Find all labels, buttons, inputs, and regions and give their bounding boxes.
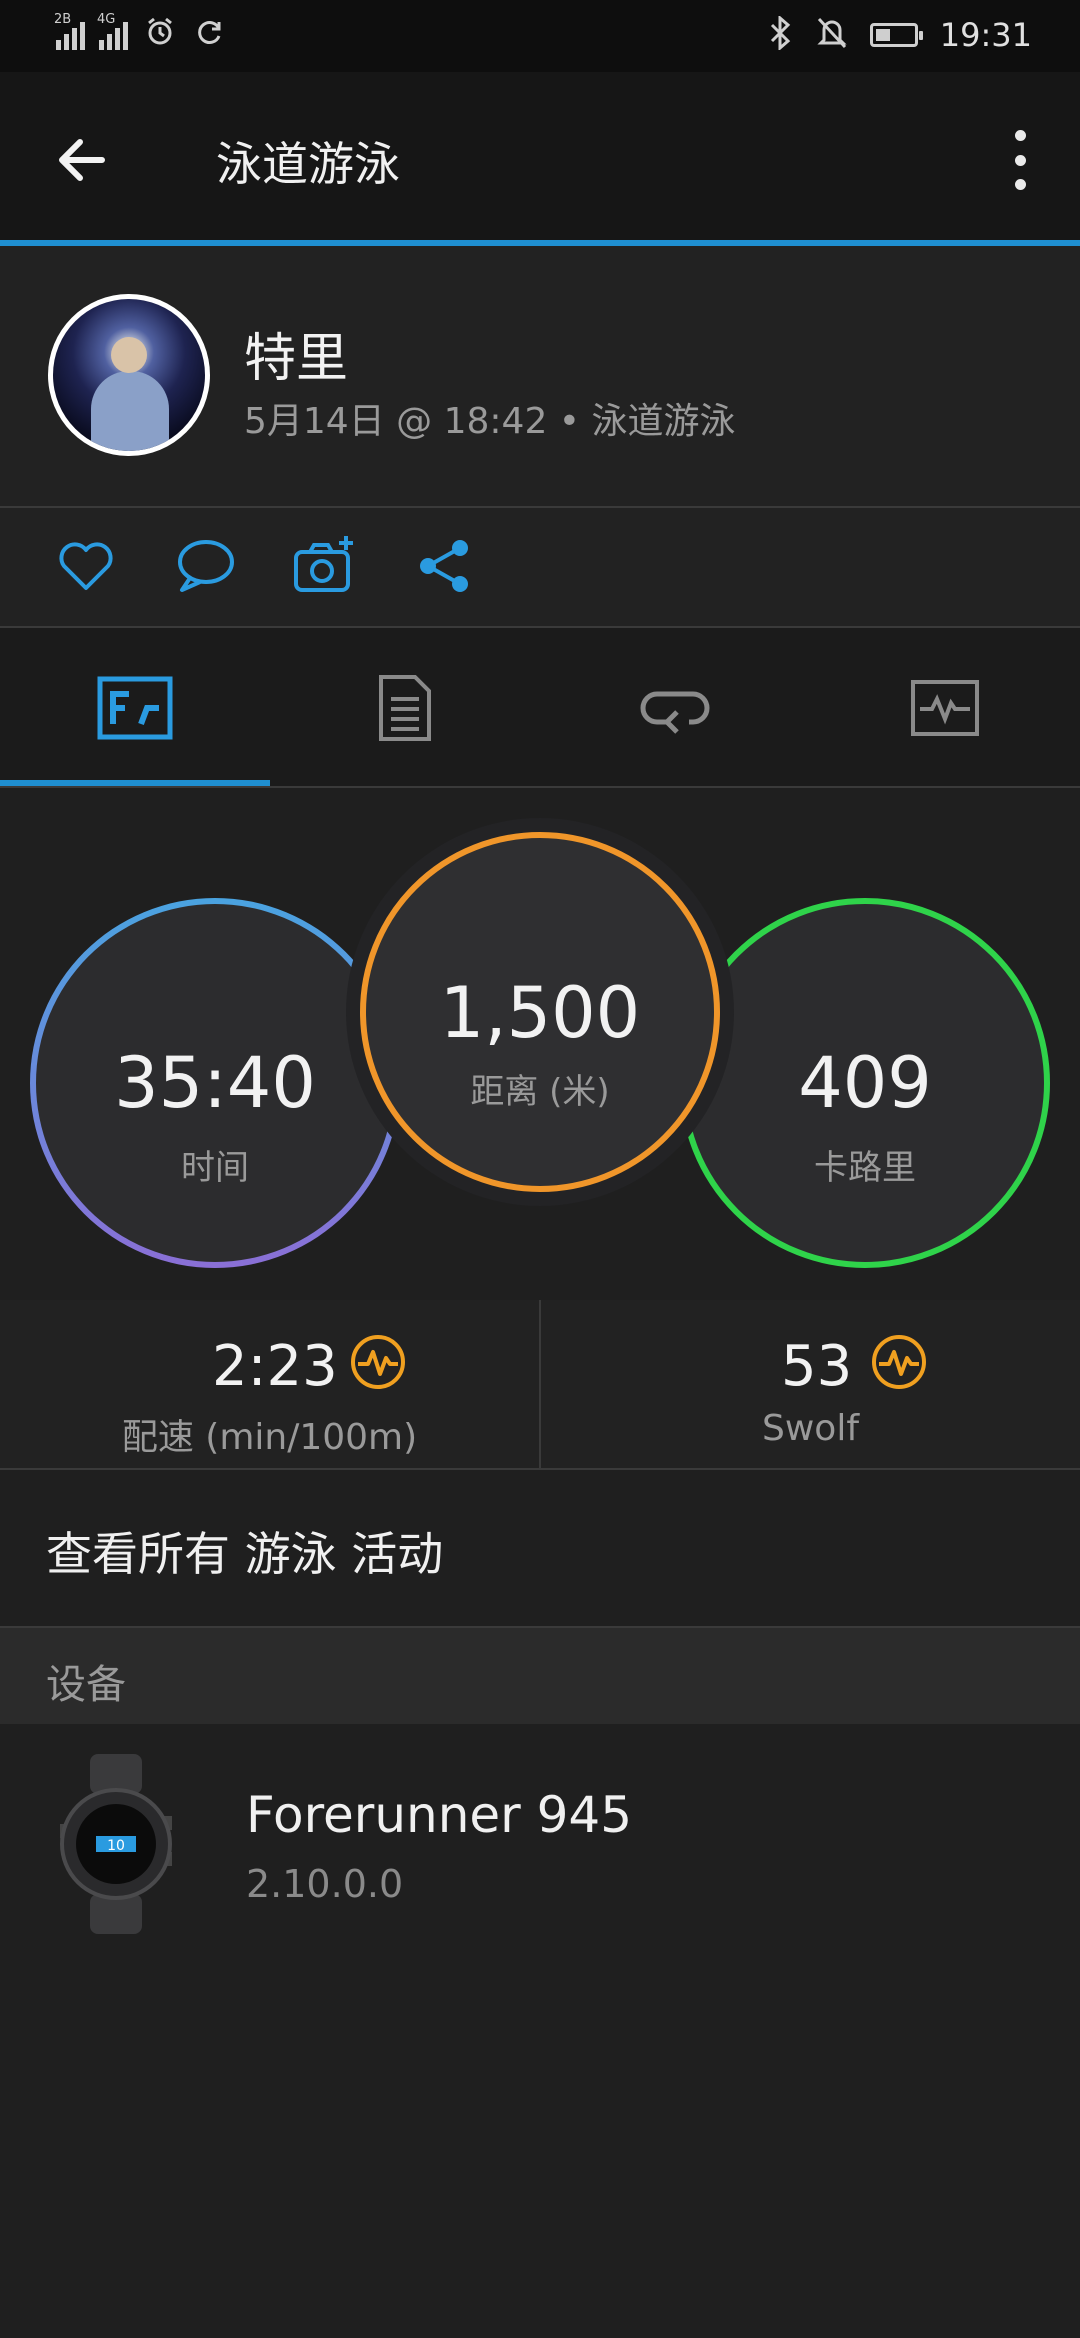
tab-bar [0,628,1080,788]
device-row[interactable]: 10 Forerunner 945 2.10.0.0 [0,1724,1080,1944]
bluetooth-icon [768,14,794,54]
pace-label: 配速 (min/100m) [121,1417,418,1458]
distance-value: 1,500 [439,972,641,1054]
page-title: 泳道游泳 [216,137,400,191]
divider [539,1300,541,1470]
calories-label: 卡路里 [814,1148,916,1188]
battery-icon [869,23,923,47]
distance-metric: 1,500 距离 (米) [360,832,720,1192]
activity-subtitle: 5月14日 @ 18:42 • 泳道游泳 [244,401,736,442]
comment-icon[interactable] [170,532,238,600]
time-value: 35:40 [114,1042,316,1124]
tab-details[interactable] [270,628,540,788]
laps-icon [640,691,710,734]
pulse-icon [871,1334,927,1390]
activity-header: 特里 5月14日 @ 18:42 • 泳道游泳 [0,246,1080,506]
section-title: 设备 [46,1662,126,1708]
sync-icon [192,14,228,50]
swolf-value: 53 [781,1334,853,1399]
app-bar: 泳道游泳 [0,72,1080,242]
time-label: 时间 [181,1148,249,1188]
status-right: 19:31 [768,14,1032,54]
device-version: 2.10.0.0 [246,1862,404,1906]
watch-icon: 10 [56,1754,176,1934]
svg-text:10: 10 [107,1838,125,1854]
empty-area [0,1944,1080,2338]
status-bar: 2B 4G 19:31 [0,0,1080,72]
tab-laps[interactable] [540,628,810,788]
calories-value: 409 [798,1042,932,1124]
view-all-activities-link[interactable]: 查看所有 游泳 活动 [0,1470,1080,1628]
tab-summary[interactable] [0,628,270,788]
like-icon[interactable] [52,532,120,600]
overflow-menu-icon[interactable] [1000,130,1040,190]
pace-value: 2:23 [212,1334,338,1399]
time-metric: 35:40 时间 [30,898,400,1268]
status-clock: 19:31 [939,16,1032,54]
summary-icon [97,676,173,740]
devices-section-header: 设备 [0,1628,1080,1724]
metrics-panel: 35:40 时间 409 卡路里 1,500 距离 (米) [0,788,1080,1300]
swolf-stat: 53 Swolf [541,1300,1080,1470]
tab-charts[interactable] [810,628,1080,788]
add-photo-icon[interactable] [290,532,358,600]
calories-metric: 409 卡路里 [680,898,1050,1268]
view-all-label: 查看所有 游泳 活动 [46,1527,444,1581]
charts-icon [911,680,979,736]
swolf-label: Swolf [762,1408,859,1449]
signal-1-icon: 2B [54,12,85,50]
back-arrow-icon[interactable] [52,130,112,190]
avatar[interactable] [48,294,210,456]
pace-stat: 2:23 配速 (min/100m) [0,1300,539,1470]
status-left: 2B 4G [54,12,228,50]
avatar-photo [53,299,205,451]
signal-2-icon: 4G [97,12,128,50]
pulse-icon [350,1334,406,1390]
device-name: Forerunner 945 [246,1786,633,1844]
action-row [0,508,1080,628]
distance-label: 距离 (米) [470,1072,610,1112]
alarm-icon [142,14,178,50]
share-icon[interactable] [410,532,478,600]
details-icon [379,675,431,741]
mute-bell-icon [816,16,848,54]
user-name[interactable]: 特里 [244,316,348,391]
